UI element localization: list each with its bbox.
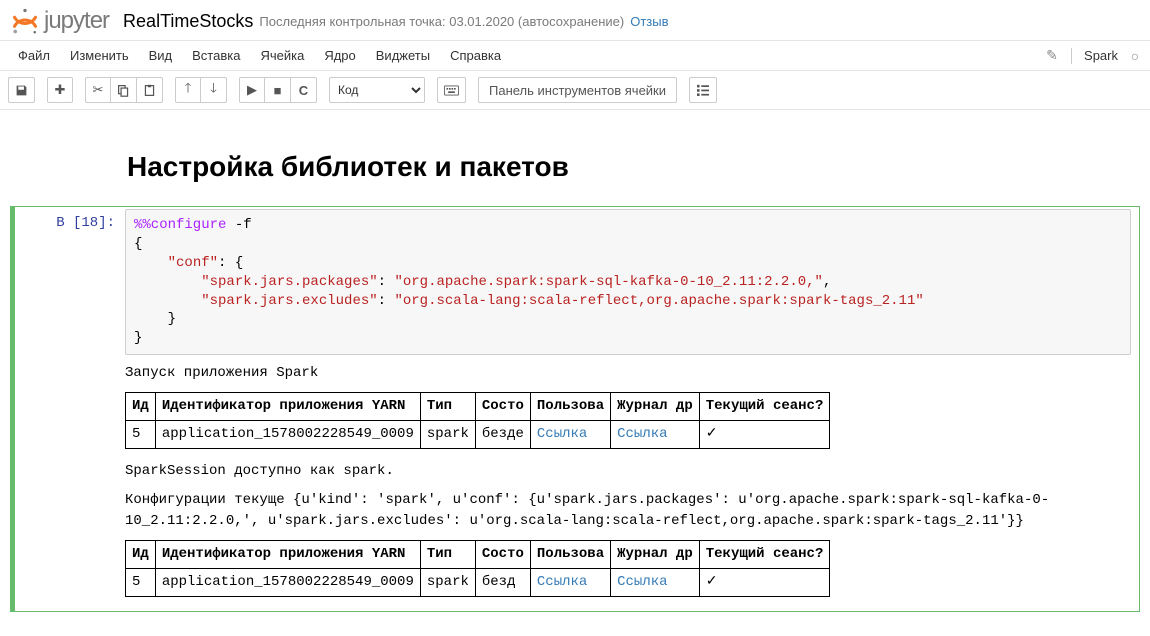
col-user: Пользова bbox=[530, 393, 610, 421]
table-row: 5 application_1578002228549_0009 spark б… bbox=[126, 569, 830, 597]
feedback-link[interactable]: Отзыв bbox=[630, 14, 668, 29]
celltoolbar-button[interactable]: Панель инструментов ячейки bbox=[478, 77, 677, 103]
restart-icon: C bbox=[299, 83, 308, 98]
save-icon bbox=[15, 84, 28, 97]
celltype-select[interactable]: Код bbox=[329, 77, 425, 103]
user-link[interactable]: Ссылка bbox=[537, 574, 587, 590]
code-editor[interactable]: %%configure -f { "conf": { "spark.jars.p… bbox=[125, 209, 1131, 355]
output-text: Запуск приложения Spark bbox=[125, 363, 1131, 384]
menu-insert[interactable]: Вставка bbox=[182, 44, 250, 67]
driver-link[interactable]: Ссылка bbox=[617, 574, 667, 590]
divider bbox=[1071, 48, 1072, 64]
variables-button[interactable] bbox=[689, 77, 717, 103]
output-area: Запуск приложения Spark Ид Идентификатор… bbox=[125, 363, 1131, 597]
menu-view[interactable]: Вид bbox=[139, 44, 183, 67]
kernel-name[interactable]: Spark bbox=[1084, 48, 1118, 63]
notebook-area: Настройка библиотек и пакетов В [18]: %%… bbox=[0, 110, 1150, 636]
col-state: Состо bbox=[475, 393, 530, 421]
pencil-icon[interactable]: ✎ bbox=[1045, 47, 1059, 64]
notebook-name[interactable]: RealTimeStocks bbox=[123, 11, 253, 32]
driver-link[interactable]: Ссылка bbox=[617, 426, 667, 442]
stop-icon: ■ bbox=[274, 83, 282, 98]
output-table: Ид Идентификатор приложения YARN Тип Сос… bbox=[125, 540, 830, 597]
edit-group: ✂ bbox=[85, 77, 163, 103]
menu-widgets[interactable]: Виджеты bbox=[366, 44, 440, 67]
table-header-row: Ид Идентификатор приложения YARN Тип Сос… bbox=[126, 541, 830, 569]
copy-button[interactable] bbox=[111, 77, 137, 103]
menu-edit[interactable]: Изменить bbox=[60, 44, 139, 67]
run-group: ▶ ■ C bbox=[239, 77, 317, 103]
table-row: 5 application_1578002228549_0009 spark б… bbox=[126, 421, 830, 449]
menu-kernel[interactable]: Ядро bbox=[314, 44, 365, 67]
col-yarn: Идентификатор приложения YARN bbox=[155, 393, 420, 421]
col-driver: Журнал др bbox=[611, 393, 700, 421]
code-cell[interactable]: В [18]: %%configure -f { "conf": { "spar… bbox=[10, 206, 1140, 612]
insert-cell-button[interactable]: ✚ bbox=[47, 77, 73, 103]
keyboard-icon bbox=[444, 85, 459, 96]
command-palette-button[interactable] bbox=[437, 77, 466, 103]
table-header-row: Ид Идентификатор приложения YARN Тип Сос… bbox=[126, 393, 830, 421]
menubar: Файл Изменить Вид Вставка Ячейка Ядро Ви… bbox=[0, 41, 1150, 71]
toolbar: ✚ ✂ 🡑 🡓 ▶ ■ C Код Панель инструментов яч… bbox=[0, 71, 1150, 110]
scissors-icon: ✂ bbox=[93, 82, 104, 98]
user-link[interactable]: Ссылка bbox=[537, 426, 587, 442]
menu-cell[interactable]: Ячейка bbox=[250, 44, 314, 67]
menu-help[interactable]: Справка bbox=[440, 44, 511, 67]
paste-icon bbox=[143, 84, 156, 97]
kernel-status-icon: ○ bbox=[1128, 48, 1142, 64]
header: jupyter RealTimeStocks Последняя контрол… bbox=[0, 0, 1150, 41]
output-table: Ид Идентификатор приложения YARN Тип Сос… bbox=[125, 392, 830, 449]
output-text: Конфигурации текуще {u'kind': 'spark', u… bbox=[125, 490, 1131, 532]
markdown-cell[interactable]: Настройка библиотек и пакетов bbox=[122, 132, 1118, 202]
list-icon bbox=[696, 84, 710, 96]
logo-text: jupyter bbox=[44, 7, 109, 35]
move-group: 🡑 🡓 bbox=[175, 77, 227, 103]
col-id: Ид bbox=[126, 393, 156, 421]
run-button[interactable]: ▶ bbox=[239, 77, 265, 103]
col-current: Текущий сеанс? bbox=[699, 393, 830, 421]
restart-button[interactable]: C bbox=[291, 77, 317, 103]
run-icon: ▶ bbox=[247, 82, 257, 98]
plus-icon: ✚ bbox=[55, 82, 66, 98]
paste-button[interactable] bbox=[137, 77, 163, 103]
input-prompt: В [18]: bbox=[15, 209, 125, 609]
interrupt-button[interactable]: ■ bbox=[265, 77, 291, 103]
arrow-up-icon: 🡑 bbox=[185, 79, 192, 101]
move-down-button[interactable]: 🡓 bbox=[201, 77, 227, 103]
move-up-button[interactable]: 🡑 bbox=[175, 77, 201, 103]
checkpoint-status: Последняя контрольная точка: 03.01.2020 … bbox=[259, 14, 624, 29]
col-type: Тип bbox=[420, 393, 475, 421]
save-button[interactable] bbox=[8, 77, 35, 103]
heading: Настройка библиотек и пакетов bbox=[127, 151, 1117, 183]
output-text: SparkSession доступно как spark. bbox=[125, 461, 1131, 482]
logo[interactable]: jupyter bbox=[10, 6, 109, 36]
arrow-down-icon: 🡓 bbox=[210, 79, 217, 101]
menu-file[interactable]: Файл bbox=[8, 44, 60, 67]
jupyter-icon bbox=[10, 6, 40, 36]
copy-icon bbox=[117, 84, 130, 97]
cut-button[interactable]: ✂ bbox=[85, 77, 111, 103]
